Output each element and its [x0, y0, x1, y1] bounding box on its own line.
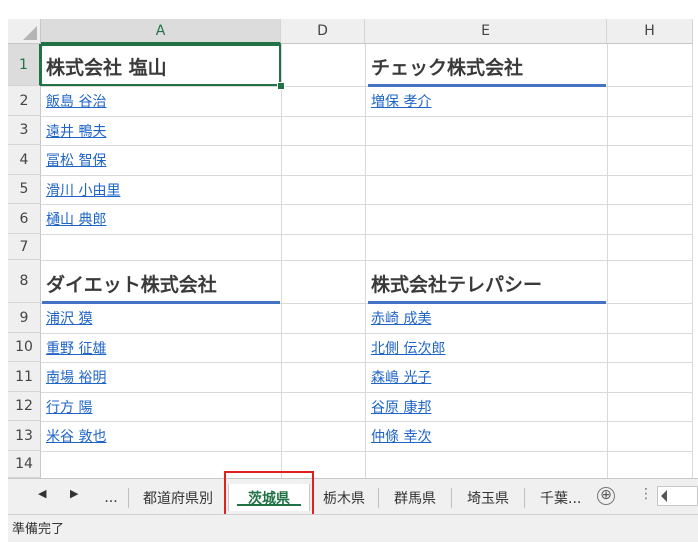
tab-saitama[interactable]: 埼玉県 — [453, 484, 523, 511]
tab-chiba[interactable]: 千葉... — [526, 484, 588, 511]
row-header-8[interactable]: 8 — [8, 260, 41, 303]
grid-line — [41, 451, 693, 452]
person-link[interactable]: 仲條 幸次 — [371, 426, 431, 446]
row-header-13[interactable]: 13 — [8, 421, 41, 451]
row-header-1[interactable]: 1 — [8, 44, 41, 86]
tab-separator — [378, 488, 379, 508]
grid-line — [41, 260, 693, 261]
row-header-7[interactable]: 7 — [8, 234, 41, 260]
tab-separator — [128, 488, 129, 508]
row-header-4[interactable]: 4 — [8, 145, 41, 175]
row-header-14[interactable]: 14 — [8, 451, 41, 478]
person-link[interactable]: 滑川 小由里 — [46, 180, 120, 200]
row-header-3[interactable]: 3 — [8, 116, 41, 145]
select-all-icon — [23, 26, 37, 40]
cell-grid[interactable] — [41, 44, 693, 478]
person-link[interactable]: 飯島 谷治 — [46, 91, 106, 111]
grid-line — [41, 234, 693, 235]
tab-todofuken[interactable]: 都道府県別 — [130, 484, 226, 511]
person-link[interactable]: 森嶋 光子 — [371, 367, 431, 387]
fill-handle[interactable] — [277, 82, 285, 90]
column-header-d[interactable]: D — [281, 19, 365, 44]
row-header-6[interactable]: 6 — [8, 204, 41, 234]
row-header-10[interactable]: 10 — [8, 333, 41, 362]
grid-line — [41, 116, 693, 117]
more-tabs-left-button[interactable]: ... — [96, 484, 126, 511]
row-header-2[interactable]: 2 — [8, 86, 41, 116]
company-heading[interactable]: 株式会社テレパシー — [371, 270, 542, 297]
row-header-5[interactable]: 5 — [8, 175, 41, 204]
company-heading[interactable]: チェック株式会社 — [371, 53, 523, 80]
tab-separator — [451, 488, 452, 508]
grid-line — [607, 44, 608, 478]
active-cell-selection — [40, 44, 281, 86]
grid-line — [41, 362, 693, 363]
spreadsheet-window: A D E H 1 2 3 4 5 6 7 8 9 10 11 12 13 14… — [0, 0, 698, 550]
scroll-left-icon[interactable] — [661, 490, 667, 502]
row-header-9[interactable]: 9 — [8, 303, 41, 333]
column-header-h[interactable]: H — [607, 19, 693, 44]
grid-line — [692, 44, 693, 478]
person-link[interactable]: 増保 孝介 — [371, 91, 431, 111]
add-sheet-button[interactable]: ⊕ — [597, 487, 615, 505]
grid-line — [365, 44, 366, 478]
grid-line — [41, 421, 693, 422]
tab-separator — [524, 488, 525, 508]
scroll-tabs-left-icon[interactable]: ◀ — [38, 487, 46, 500]
person-link[interactable]: 谷原 康邦 — [371, 397, 431, 417]
person-link[interactable]: 南場 裕明 — [46, 367, 106, 387]
person-link[interactable]: 米谷 敦也 — [46, 426, 106, 446]
grid-line — [41, 204, 693, 205]
person-link[interactable]: 重野 征雄 — [46, 338, 106, 358]
heading-underline — [368, 84, 606, 87]
heading-underline — [368, 301, 606, 304]
person-link[interactable]: 行方 陽 — [46, 397, 92, 417]
tab-gunma[interactable]: 群馬県 — [380, 484, 450, 511]
scroll-tabs-right-icon[interactable]: ▶ — [70, 487, 78, 500]
grid-line — [41, 392, 693, 393]
person-link[interactable]: 樋山 典郎 — [46, 209, 106, 229]
heading-underline — [42, 301, 280, 304]
row-header-12[interactable]: 12 — [8, 392, 41, 421]
tab-split-handle-icon[interactable]: ⋮ — [639, 486, 653, 502]
grid-line — [41, 333, 693, 334]
row-header-11[interactable]: 11 — [8, 362, 41, 392]
person-link[interactable]: 遠井 鴨夫 — [46, 121, 106, 141]
status-bar — [8, 514, 698, 542]
grid-line — [41, 145, 693, 146]
person-link[interactable]: 浦沢 獏 — [46, 308, 92, 328]
person-link[interactable]: 北側 伝次郎 — [371, 338, 445, 358]
company-heading[interactable]: ダイエット株式会社 — [46, 270, 217, 297]
column-header-e[interactable]: E — [365, 19, 607, 44]
person-link[interactable]: 冨松 智保 — [46, 150, 106, 170]
grid-line — [281, 44, 282, 478]
select-all-corner[interactable] — [8, 19, 41, 44]
status-text: 準備完了 — [12, 522, 65, 537]
horizontal-scrollbar[interactable] — [657, 486, 698, 506]
column-header-a[interactable]: A — [41, 19, 281, 44]
tab-tochigi[interactable]: 栃木県 — [311, 484, 377, 511]
person-link[interactable]: 赤崎 成美 — [371, 308, 431, 328]
grid-line — [41, 175, 693, 176]
highlight-box — [224, 471, 314, 519]
